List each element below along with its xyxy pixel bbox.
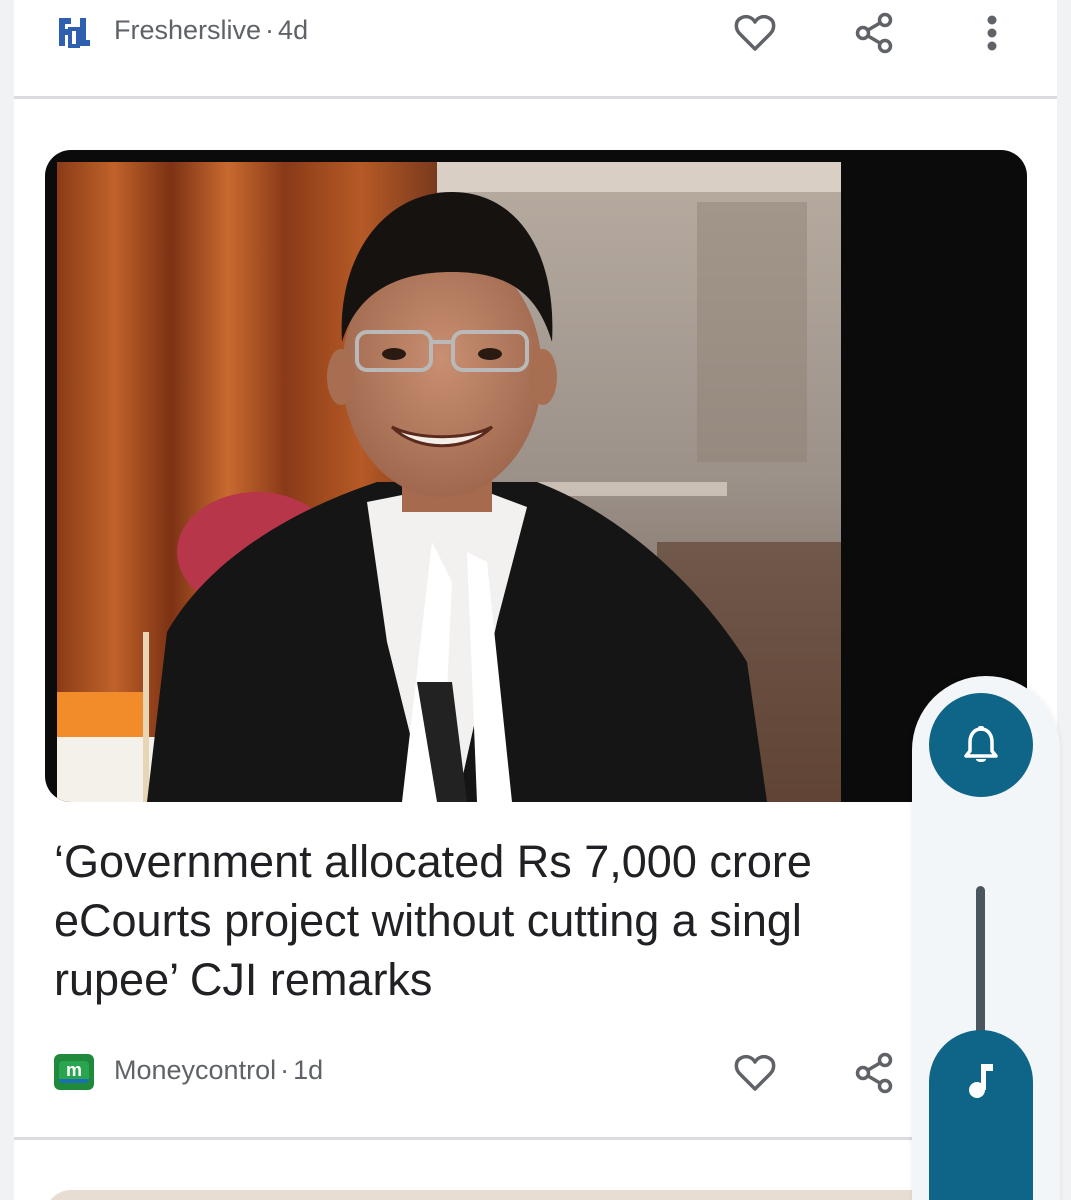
bell-icon bbox=[964, 726, 998, 762]
next-article-card[interactable] bbox=[45, 1190, 1027, 1200]
article-image[interactable] bbox=[45, 150, 1027, 802]
floating-side-panel bbox=[912, 676, 1060, 1200]
source-name: Moneycontrol bbox=[114, 1055, 277, 1085]
source-name: Fresherslive bbox=[114, 15, 262, 45]
moneycontrol-logo-letter: m bbox=[59, 1061, 89, 1083]
card-divider bbox=[14, 96, 1057, 99]
article-photo bbox=[57, 162, 841, 802]
news-feed-screen: Fresherslive · 4d ‘Government allocated … bbox=[0, 0, 1071, 1200]
share-icon bbox=[855, 1052, 893, 1094]
fresherslive-logo[interactable] bbox=[54, 14, 94, 50]
media-volume-slider[interactable] bbox=[929, 1030, 1033, 1200]
more-options-button[interactable] bbox=[967, 8, 1017, 58]
heart-outline-icon bbox=[734, 14, 776, 51]
music-note-icon bbox=[969, 1064, 993, 1098]
source-label[interactable]: Moneycontrol · 1d bbox=[114, 1055, 323, 1086]
heart-outline-icon bbox=[734, 1054, 776, 1091]
separator-dot: · bbox=[280, 1055, 290, 1085]
like-button[interactable] bbox=[730, 8, 780, 58]
more-vert-icon bbox=[987, 15, 997, 51]
separator-dot: · bbox=[265, 15, 275, 45]
share-button[interactable] bbox=[849, 8, 899, 58]
article-headline[interactable]: ‘Government allocated Rs 7,000 crore eCo… bbox=[54, 832, 914, 1012]
notification-bell-button[interactable] bbox=[929, 693, 1033, 797]
article-age: 1d bbox=[293, 1055, 324, 1085]
moneycontrol-logo[interactable]: m bbox=[54, 1054, 94, 1090]
feed-column: Fresherslive · 4d ‘Government allocated … bbox=[14, 0, 1057, 1200]
article-footer: m Moneycontrol · 1d bbox=[14, 1042, 1057, 1102]
article-age: 4d bbox=[278, 15, 309, 45]
source-label[interactable]: Fresherslive · 4d bbox=[114, 15, 308, 46]
share-button[interactable] bbox=[849, 1048, 899, 1098]
previous-article-footer: Fresherslive · 4d bbox=[14, 2, 1057, 62]
like-button[interactable] bbox=[730, 1048, 780, 1098]
card-divider bbox=[14, 1137, 1057, 1140]
share-icon bbox=[855, 12, 893, 54]
